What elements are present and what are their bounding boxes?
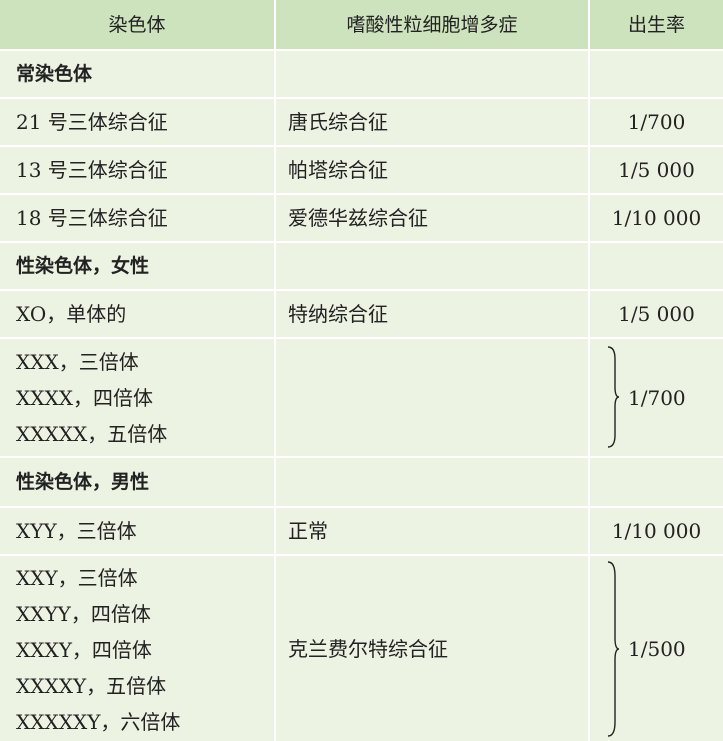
group-row-sex-female: 性染色体，女性	[0, 243, 723, 289]
rate-cell: 1/5 000	[618, 302, 695, 326]
rate-cell: 1/500	[628, 636, 686, 661]
group-row-autosome: 常染色体	[0, 51, 723, 97]
chromosome-line: XXXX，四倍体	[16, 386, 153, 410]
rate-cell: 1/5 000	[618, 158, 695, 182]
header-syndrome: 嗜酸性粒细胞增多症	[346, 13, 518, 36]
column-divider	[588, 0, 590, 49]
chromosome-line: XXX，三倍体	[16, 350, 139, 374]
table-row: 21 号三体综合征 唐氏综合征 1/700	[0, 99, 723, 145]
chromosome-cell: 13 号三体综合征	[16, 158, 168, 182]
chromosome-cell: 21 号三体综合征	[16, 110, 168, 134]
syndrome-cell: 帕塔综合征	[288, 158, 388, 182]
syndrome-cell: 正常	[288, 519, 328, 543]
chromosome-line: XXXXXY，六倍体	[16, 710, 181, 734]
column-divider	[274, 51, 276, 97]
column-divider	[274, 508, 276, 554]
rate-cell: 1/10 000	[611, 206, 702, 230]
right-brace-icon	[607, 346, 620, 448]
column-divider	[274, 195, 276, 241]
column-divider	[588, 243, 590, 289]
column-divider	[274, 99, 276, 145]
header-chromosome: 染色体	[108, 13, 166, 36]
group-row-sex-male: 性染色体，男性	[0, 458, 723, 506]
rate-cell: 1/700	[628, 385, 686, 410]
syndrome-cell: 唐氏综合征	[288, 110, 388, 134]
table-row: XYY，三倍体 正常 1/10 000	[0, 508, 723, 554]
column-divider	[588, 195, 590, 241]
syndrome-cell: 特纳综合征	[288, 302, 388, 326]
chromosome-cell: XO，单体的	[16, 302, 127, 326]
column-divider	[588, 51, 590, 97]
table-row: XO，单体的 特纳综合征 1/5 000	[0, 291, 723, 337]
chromosome-line: XXXY，四倍体	[16, 638, 152, 662]
column-divider	[274, 291, 276, 337]
header-rate: 出生率	[627, 13, 685, 36]
chromosome-cell: 18 号三体综合征	[16, 206, 168, 230]
column-divider	[274, 147, 276, 193]
column-divider	[274, 556, 276, 741]
column-divider	[274, 339, 276, 456]
column-divider	[588, 339, 590, 456]
chromosome-cell: XYY，三倍体	[16, 519, 137, 543]
chromosome-line: XXXXX，五倍体	[16, 422, 168, 446]
chromosome-line: XXYY，四倍体	[16, 602, 151, 626]
column-divider	[274, 0, 276, 49]
column-divider	[588, 99, 590, 145]
header-cell-syndrome: 嗜酸性粒细胞增多症	[276, 0, 588, 49]
group-label-sex-female: 性染色体，女性	[16, 255, 150, 277]
chromosome-line: XXXXY，五倍体	[16, 674, 167, 698]
rate-cell: 1/10 000	[611, 519, 702, 543]
header-cell-rate: 出生率	[590, 0, 723, 49]
group-label-sex-male: 性染色体，男性	[16, 471, 150, 493]
column-divider	[588, 147, 590, 193]
chromosome-line: XXY，三倍体	[16, 566, 138, 590]
table-header-row: 染色体 嗜酸性粒细胞增多症 出生率	[0, 0, 723, 49]
group-label-autosome: 常染色体	[16, 63, 93, 85]
table-row: 13 号三体综合征 帕塔综合征 1/5 000	[0, 147, 723, 193]
chromosome-table: 染色体 嗜酸性粒细胞增多症 出生率 常染色体 21 号三体综合征 唐氏综合征 1…	[0, 0, 723, 741]
column-divider	[588, 291, 590, 337]
right-brace-icon	[607, 561, 620, 737]
syndrome-cell: 克兰费尔特综合征	[288, 636, 448, 661]
column-divider	[588, 458, 590, 506]
rate-cell: 1/700	[627, 110, 686, 134]
column-divider	[274, 243, 276, 289]
column-divider	[588, 508, 590, 554]
table-row: XXY，三倍体 XXYY，四倍体 XXXY，四倍体 XXXXY，五倍体 XXXX…	[0, 556, 723, 741]
table-row: 18 号三体综合征 爱德华兹综合征 1/10 000	[0, 195, 723, 241]
column-divider	[588, 556, 590, 741]
syndrome-cell: 爱德华兹综合征	[288, 206, 428, 230]
column-divider	[274, 458, 276, 506]
header-cell-chromosome: 染色体	[0, 0, 274, 49]
table-row: XXX，三倍体 XXXX，四倍体 XXXXX，五倍体 1/700	[0, 339, 723, 456]
